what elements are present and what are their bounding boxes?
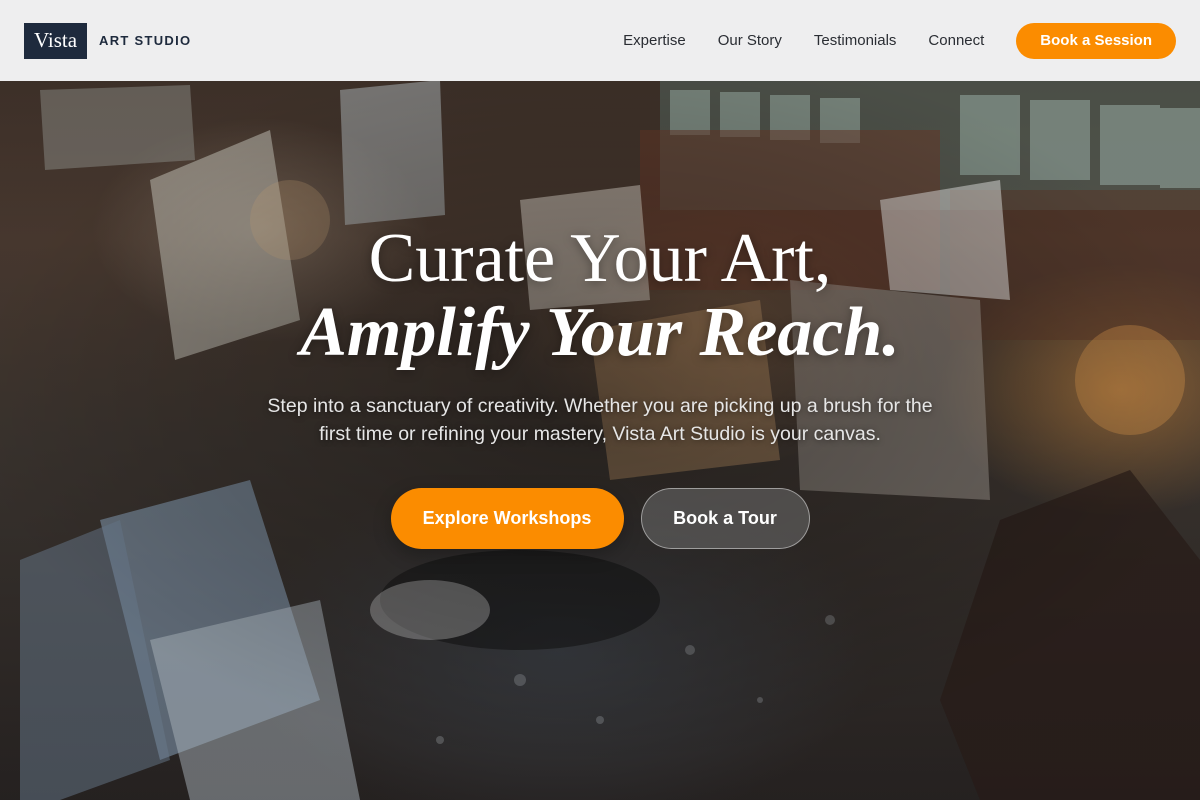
nav-link-expertise[interactable]: Expertise [623,32,686,49]
nav-link-our-story[interactable]: Our Story [718,32,782,49]
hero-content: Curate Your Art, Amplify Your Reach. Ste… [0,222,1200,549]
explore-workshops-button[interactable]: Explore Workshops [390,488,624,549]
hero-title-line2: Amplify Your Reach. [300,294,900,371]
hero-title: Curate Your Art, Amplify Your Reach. [0,222,1200,370]
nav-link-testimonials[interactable]: Testimonials [814,32,897,49]
logo-text: ART STUDIO [99,33,192,48]
hero-title-line1: Curate Your Art, [368,220,832,297]
site-header: Vista ART STUDIO Expertise Our Story Tes… [0,0,1200,81]
nav-link-connect[interactable]: Connect [928,32,984,49]
hero-subtitle: Step into a sanctuary of creativity. Whe… [267,395,933,445]
hero-buttons: Explore Workshops Book a Tour [0,488,1200,549]
main-nav: Expertise Our Story Testimonials Connect… [623,22,1176,59]
book-tour-button[interactable]: Book a Tour [640,488,810,549]
brand-logo[interactable]: Vista ART STUDIO [24,22,192,59]
logo-mark: Vista [24,22,87,59]
book-session-button[interactable]: Book a Session [1016,22,1176,59]
